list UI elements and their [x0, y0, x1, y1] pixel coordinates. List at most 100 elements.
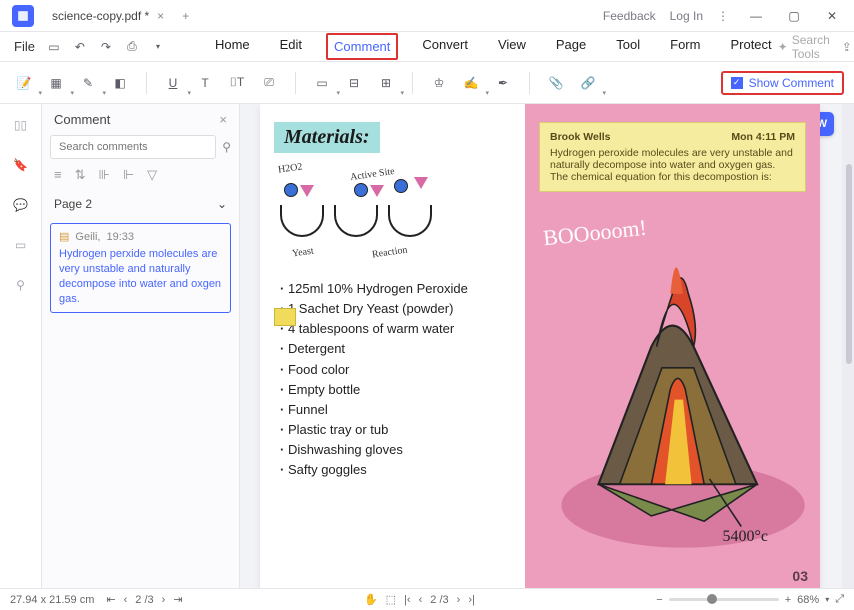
close-tab-icon[interactable]: × — [157, 9, 164, 23]
reaction-diagram: H2O2 Active Site Yeast Reaction — [274, 167, 511, 267]
signature2-tool[interactable]: ✒ — [489, 71, 517, 95]
sort2-icon[interactable]: ⇅ — [75, 167, 86, 183]
tab-title: science-copy.pdf * — [52, 9, 149, 23]
search-tools[interactable]: ✦Search Tools — [778, 33, 830, 61]
page-indicator[interactable]: 2 /3 — [135, 594, 153, 606]
new-tab-button[interactable]: + — [174, 5, 197, 27]
menu-home[interactable]: Home — [209, 33, 256, 60]
search-panel-icon[interactable]: ⚲ — [10, 274, 32, 296]
status-bar: 27.94 x 21.59 cm ⇤ ‹ 2 /3 › ⇥ ✋ ⬚ |‹ ‹ 2… — [0, 588, 854, 610]
search-icon[interactable]: ⚲ — [222, 140, 231, 154]
nav-last-icon[interactable]: ›| — [468, 594, 475, 606]
callout-tool[interactable]: ⎚ — [255, 71, 283, 95]
zoom-dropdown-icon[interactable]: ▾ — [825, 595, 829, 604]
print-icon[interactable]: ⎙ — [121, 36, 143, 58]
volcano-illustration: BOOooom! 5400°c — [535, 214, 810, 564]
last-page-icon[interactable]: ⇥ — [173, 593, 182, 606]
zoom-out-icon[interactable]: − — [656, 594, 662, 606]
share-icon[interactable]: ⇪ — [842, 40, 852, 54]
prev-page-icon[interactable]: ‹ — [124, 594, 128, 606]
menu-comment[interactable]: Comment — [326, 33, 398, 60]
signature-tool[interactable]: ✍▾ — [457, 71, 485, 95]
sort-icon[interactable]: ≡ — [54, 167, 62, 183]
nav-first-icon[interactable]: |‹ — [404, 594, 411, 606]
sticky-note-marker[interactable] — [274, 308, 296, 326]
shape-tool[interactable]: ▭▾ — [308, 71, 336, 95]
menu-page[interactable]: Page — [550, 33, 592, 60]
comment-panel-title: Comment — [54, 112, 110, 127]
next-page-icon[interactable]: › — [162, 594, 166, 606]
zoom-level[interactable]: 68% — [797, 594, 819, 606]
search-comments-input[interactable] — [50, 135, 216, 159]
comments-panel-icon[interactable]: 💬 — [10, 194, 32, 216]
chevron-down-icon: ⌄ — [217, 197, 227, 211]
show-comment-toggle[interactable]: ✓ Show Comment — [721, 71, 844, 95]
maximize-button[interactable]: ▢ — [782, 4, 806, 28]
menu-protect[interactable]: Protect — [724, 33, 777, 60]
attachments-icon[interactable]: ▭ — [10, 234, 32, 256]
note-tool[interactable]: 📝▾ — [10, 71, 38, 95]
first-page-icon[interactable]: ⇤ — [106, 593, 115, 606]
menu-edit[interactable]: Edit — [274, 33, 308, 60]
menu-view[interactable]: View — [492, 33, 532, 60]
text-tool[interactable]: T — [191, 71, 219, 95]
menu-form[interactable]: Form — [664, 33, 706, 60]
app-logo — [12, 5, 34, 27]
close-window-button[interactable]: ✕ — [820, 4, 844, 28]
login-link[interactable]: Log In — [670, 9, 703, 23]
feedback-link[interactable]: Feedback — [603, 9, 656, 23]
scrollbar-track[interactable] — [842, 104, 854, 588]
attach-tool[interactable]: 📎 — [542, 71, 570, 95]
eraser-tool[interactable]: ◧ — [106, 71, 134, 95]
save-icon[interactable]: ▭ — [43, 36, 65, 58]
sticky-author: Brook Wells — [550, 131, 611, 143]
comment-time: 19:33 — [106, 231, 134, 243]
comment-card[interactable]: ▤ Geili, 19:33 Hydrogen perxide molecule… — [50, 223, 231, 313]
collapse-icon[interactable]: ⊩ — [123, 167, 134, 183]
menu-tool[interactable]: Tool — [610, 33, 646, 60]
expand-icon[interactable]: ⊪ — [99, 167, 110, 183]
zoom-in-icon[interactable]: + — [785, 594, 791, 606]
menu-bar: File ▭ ↶ ↷ ⎙ ▾ Home Edit Comment Convert… — [0, 32, 854, 62]
document-view[interactable]: W Materials: H2O2 Active Site Yeast Reac… — [240, 104, 854, 588]
highlight-tool[interactable]: ▦▾ — [42, 71, 70, 95]
stamp-tool[interactable]: ⊟ — [340, 71, 368, 95]
fit-screen-icon[interactable]: ⤢ — [835, 593, 844, 606]
undo-icon[interactable]: ↶ — [69, 36, 91, 58]
temp-label: 5400°c — [723, 528, 769, 546]
thumbnails-icon[interactable]: ▯▯ — [10, 114, 32, 136]
ribbon: 📝▾ ▦▾ ✎▾ ◧ U▾ T ⌷T ⎚ ▭▾ ⊟ ⊞▾ ♔ ✍▾ ✒ 📎 🔗▾… — [0, 62, 854, 104]
comment-panel: Comment × ⚲ ≡ ⇅ ⊪ ⊩ ▽ Page 2 ⌄ ▤ Geili, … — [42, 104, 240, 588]
page-section-header[interactable]: Page 2 ⌄ — [42, 191, 239, 217]
select-tool-icon[interactable]: ⬚ — [386, 593, 396, 606]
more-icon[interactable]: ⋮ — [717, 9, 730, 23]
materials-heading: Materials: — [274, 122, 380, 153]
comment-author: Geili, — [75, 231, 100, 243]
nav-prev-icon[interactable]: ‹ — [419, 594, 423, 606]
activity-bar: ▯▯ 🔖 💬 ▭ ⚲ — [0, 104, 42, 588]
zoom-slider[interactable] — [669, 598, 779, 601]
sticky-popup[interactable]: Brook WellsMon 4:11 PM Hydrogen peroxide… — [539, 122, 806, 192]
menu-convert[interactable]: Convert — [416, 33, 474, 60]
pencil-tool[interactable]: ✎▾ — [74, 71, 102, 95]
filter-icon[interactable]: ▽ — [147, 167, 157, 183]
link-tool[interactable]: 🔗▾ — [574, 71, 602, 95]
sticky-time: Mon 4:11 PM — [731, 131, 795, 143]
textbox-tool[interactable]: ⌷T — [223, 71, 251, 95]
scrollbar-thumb[interactable] — [846, 164, 852, 364]
menu-items: Home Edit Comment Convert View Page Tool… — [209, 33, 778, 60]
minimize-button[interactable]: — — [744, 4, 768, 28]
stamp2-tool[interactable]: ♔ — [425, 71, 453, 95]
hand-tool-icon[interactable]: ✋ — [364, 593, 378, 606]
nav-next-icon[interactable]: › — [457, 594, 461, 606]
nav-page[interactable]: 2 /3 — [430, 594, 448, 606]
redo-icon[interactable]: ↷ — [95, 36, 117, 58]
file-menu[interactable]: File — [6, 39, 43, 54]
close-panel-icon[interactable]: × — [219, 112, 227, 127]
underline-tool[interactable]: U▾ — [159, 71, 187, 95]
print-dropdown-icon[interactable]: ▾ — [147, 36, 169, 58]
pdf-page: Materials: H2O2 Active Site Yeast Reacti… — [260, 104, 820, 588]
document-tab[interactable]: science-copy.pdf * × — [42, 5, 174, 27]
bookmarks-icon[interactable]: 🔖 — [10, 154, 32, 176]
measure-tool[interactable]: ⊞▾ — [372, 71, 400, 95]
